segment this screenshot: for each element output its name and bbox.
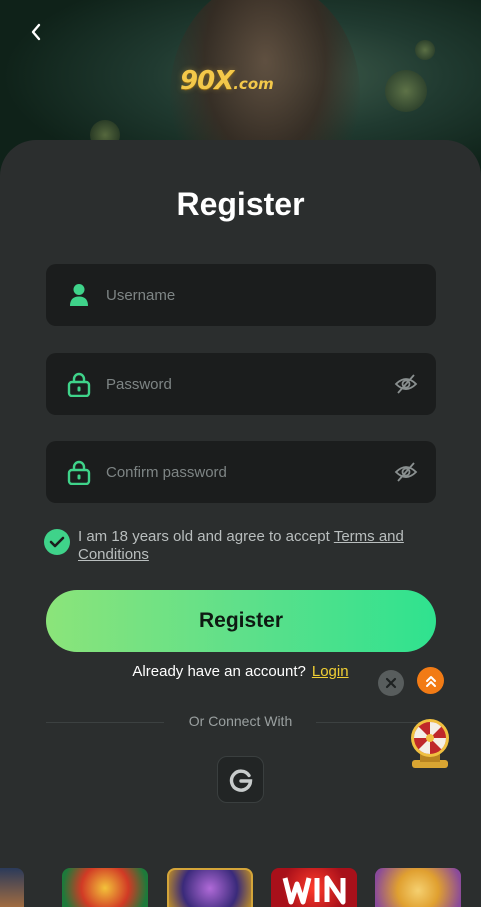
win-badge-icon xyxy=(282,875,346,905)
password-field[interactable] xyxy=(46,353,436,415)
password-input[interactable] xyxy=(106,353,376,415)
google-login-button[interactable] xyxy=(217,756,264,803)
register-button[interactable]: Register xyxy=(46,590,436,652)
confirm-password-input[interactable] xyxy=(106,441,376,503)
game-strip xyxy=(0,864,481,907)
close-icon xyxy=(385,677,397,689)
game-thumb[interactable] xyxy=(167,868,253,907)
user-icon xyxy=(70,284,88,306)
close-floating-button[interactable] xyxy=(378,670,404,696)
scroll-top-button[interactable] xyxy=(417,667,444,694)
game-thumb[interactable] xyxy=(62,868,148,907)
login-prompt-row: Already have an account? Login xyxy=(0,663,481,680)
logo-main: 90X xyxy=(180,66,234,96)
brand-logo: 90X .com xyxy=(180,66,302,98)
page-title: Register xyxy=(176,186,305,222)
chevron-left-icon xyxy=(31,23,41,41)
login-prompt: Already have an account? xyxy=(132,663,306,680)
hero-coin xyxy=(415,40,435,60)
username-input[interactable] xyxy=(106,264,376,326)
agreement-row: I am 18 years old and agree to accept Ter… xyxy=(44,528,444,564)
game-thumb[interactable] xyxy=(271,868,357,907)
agreement-text: I am 18 years old and agree to accept Ter… xyxy=(78,528,444,564)
confirm-password-field[interactable] xyxy=(46,441,436,503)
back-button[interactable] xyxy=(22,18,50,46)
hero-coin xyxy=(385,70,427,112)
logo-suffix: .com xyxy=(233,75,274,93)
check-icon xyxy=(49,536,65,548)
username-field[interactable] xyxy=(46,264,436,326)
login-link[interactable]: Login xyxy=(312,663,349,680)
google-icon xyxy=(229,768,252,792)
game-thumb[interactable] xyxy=(0,868,24,907)
double-chevron-up-icon xyxy=(425,675,436,687)
eye-off-icon[interactable] xyxy=(394,373,418,395)
lucky-wheel-icon[interactable] xyxy=(406,716,454,770)
agree-checkbox[interactable] xyxy=(44,529,70,555)
eye-off-icon[interactable] xyxy=(394,461,418,483)
lock-icon xyxy=(67,372,91,397)
lock-icon xyxy=(67,460,91,485)
agreement-label: I am 18 years old and agree to accept xyxy=(78,528,330,545)
game-thumb[interactable] xyxy=(375,868,461,907)
